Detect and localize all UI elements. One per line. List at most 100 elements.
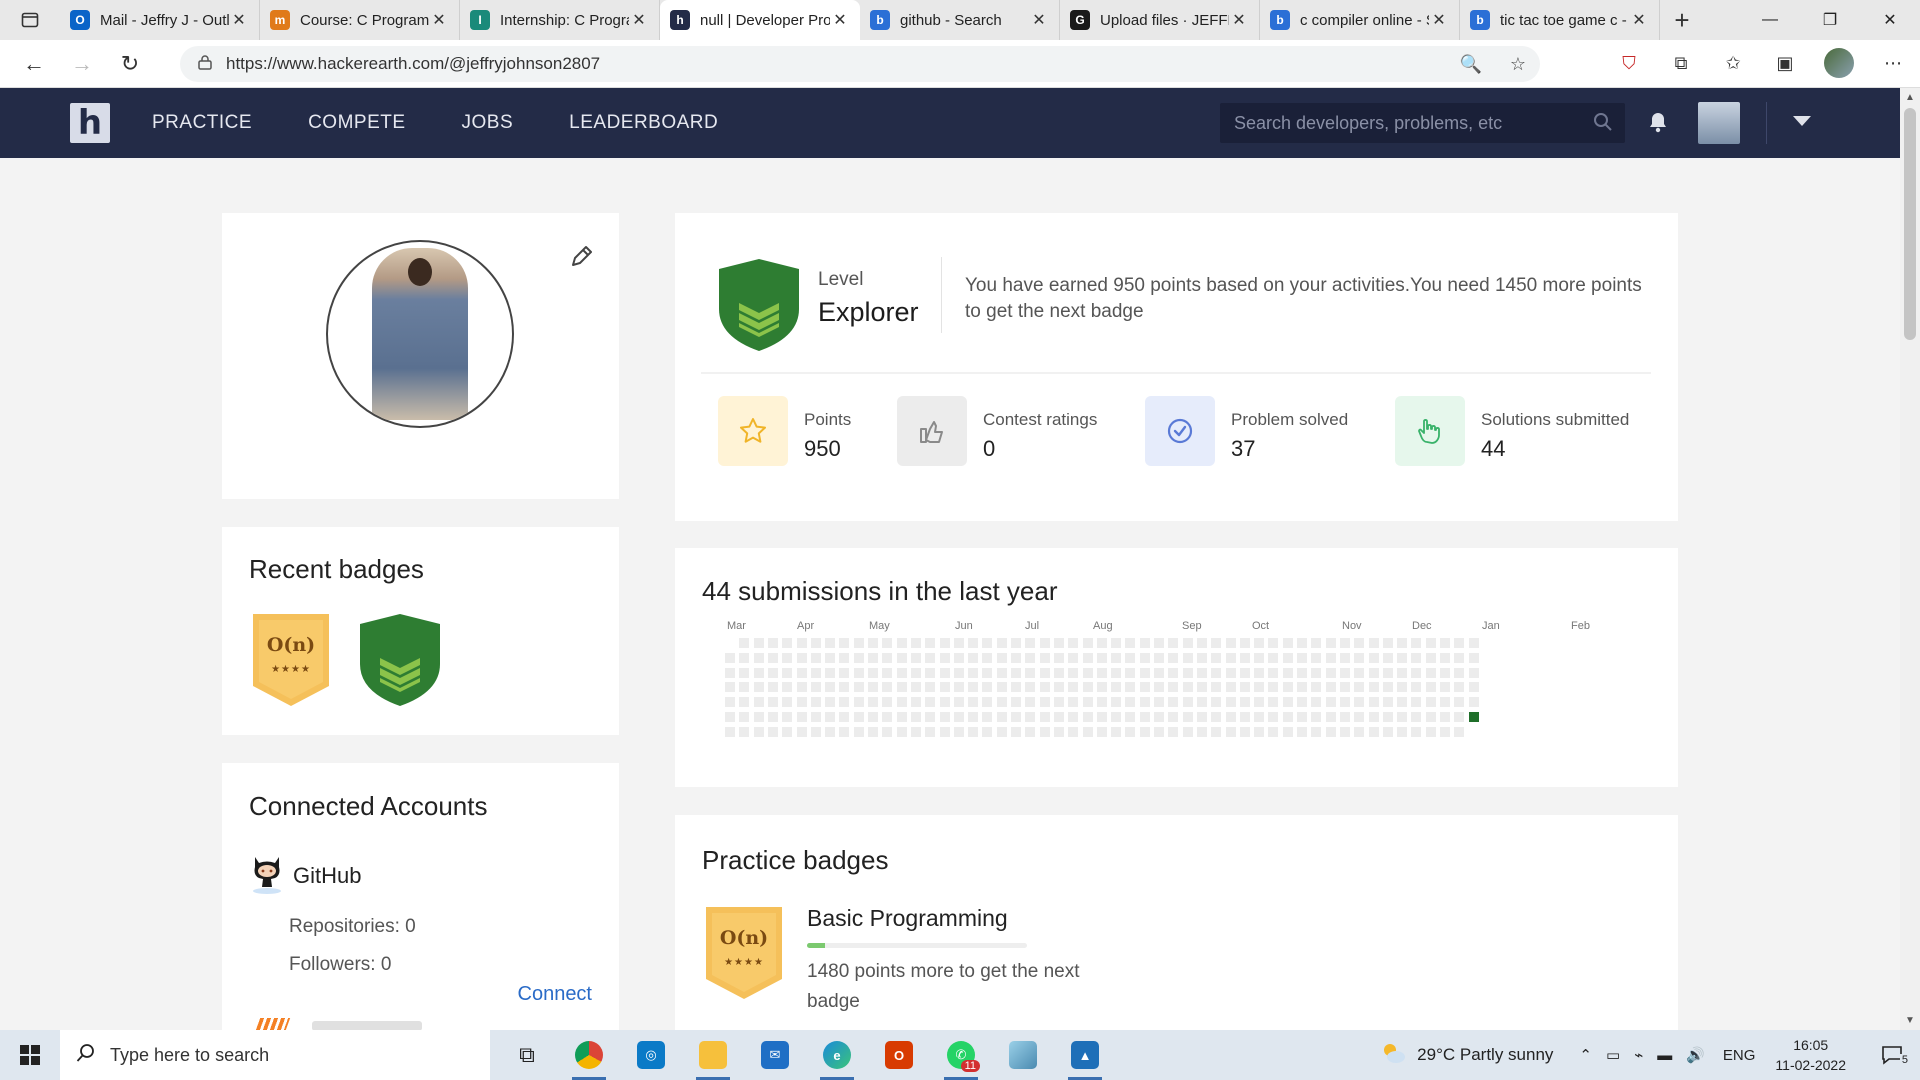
heatmap-cell[interactable]: [882, 638, 893, 648]
heatmap-cell[interactable]: [1339, 667, 1350, 678]
heatmap-cell[interactable]: [1225, 726, 1236, 737]
heatmap-cell[interactable]: [1196, 667, 1207, 678]
heatmap-cell[interactable]: [1025, 667, 1036, 678]
heatmap-cell[interactable]: [839, 712, 850, 722]
heatmap-cell[interactable]: [810, 652, 821, 663]
heatmap-cell[interactable]: [1125, 697, 1136, 708]
github-connect-link[interactable]: Connect: [518, 983, 593, 1006]
heatmap-cell[interactable]: [1082, 697, 1093, 708]
tab-actions-icon[interactable]: [0, 0, 60, 40]
heatmap-cell[interactable]: [925, 726, 936, 737]
heatmap-cell[interactable]: [882, 726, 893, 737]
heatmap-cell[interactable]: [1182, 652, 1193, 663]
photos-icon[interactable]: ▲: [1054, 1030, 1116, 1080]
heatmap-cell[interactable]: [1039, 712, 1050, 722]
heatmap-cell[interactable]: [1440, 712, 1450, 722]
heatmap-cell[interactable]: [1225, 667, 1236, 678]
heatmap-cell[interactable]: [1125, 726, 1136, 737]
heatmap-cell[interactable]: [996, 712, 1007, 722]
heatmap-cell[interactable]: [1225, 682, 1236, 693]
heatmap-cell[interactable]: [1082, 652, 1093, 663]
heatmap-cell[interactable]: [853, 652, 864, 663]
shield-extension-icon[interactable]: ⛉: [1616, 50, 1642, 76]
heatmap-cell[interactable]: [1039, 697, 1050, 708]
heatmap-cell[interactable]: [1068, 682, 1079, 693]
heatmap-cell[interactable]: [925, 682, 936, 693]
heatmap-cell[interactable]: [1382, 667, 1393, 678]
heatmap-cell[interactable]: [825, 667, 836, 678]
heatmap-cell[interactable]: [839, 726, 850, 737]
heatmap-cell[interactable]: [996, 652, 1007, 663]
heatmap-cell[interactable]: [1254, 652, 1265, 663]
heatmap-cell[interactable]: [882, 667, 893, 678]
heatmap-cell[interactable]: [767, 697, 778, 708]
heatmap-cell[interactable]: [1211, 638, 1222, 648]
heatmap-cell[interactable]: [1111, 726, 1122, 737]
heatmap-cell[interactable]: [968, 697, 979, 708]
nav-compete[interactable]: COMPETE: [308, 112, 405, 134]
heatmap-cell[interactable]: [1239, 697, 1250, 708]
heatmap-cell[interactable]: [739, 667, 750, 678]
heatmap-cell[interactable]: [1425, 652, 1436, 663]
heatmap-cell[interactable]: [796, 652, 807, 663]
volume-icon[interactable]: 🔊: [1686, 1046, 1705, 1064]
heatmap-cell[interactable]: [1139, 712, 1150, 722]
heatmap-cell[interactable]: [953, 682, 964, 693]
heatmap-cell[interactable]: [968, 652, 979, 663]
heatmap-cell[interactable]: [1368, 638, 1379, 648]
heatmap-cell[interactable]: [1168, 697, 1179, 708]
heatmap-cell[interactable]: [1196, 652, 1207, 663]
heatmap-cell[interactable]: [1239, 712, 1250, 722]
heatmap-cell[interactable]: [925, 652, 936, 663]
heatmap-cell[interactable]: [1182, 712, 1193, 722]
heatmap-cell[interactable]: [968, 726, 979, 737]
notes-app-icon[interactable]: [992, 1030, 1054, 1080]
heatmap-cell[interactable]: [767, 652, 778, 663]
heatmap-cell[interactable]: [1168, 667, 1179, 678]
heatmap-cell[interactable]: [1154, 697, 1164, 708]
heatmap-cell[interactable]: [1096, 697, 1107, 708]
heatmap-cell[interactable]: [968, 682, 979, 693]
heatmap-cell[interactable]: [953, 726, 964, 737]
heatmap-cell[interactable]: [953, 638, 964, 648]
heatmap-cell[interactable]: [825, 652, 836, 663]
heatmap-cell[interactable]: [1025, 638, 1036, 648]
nav-jobs[interactable]: JOBS: [462, 112, 514, 134]
heatmap-cell[interactable]: [782, 726, 793, 737]
heatmap-cell[interactable]: [753, 638, 764, 648]
heatmap-cell[interactable]: [982, 667, 993, 678]
heatmap-cell[interactable]: [896, 726, 907, 737]
heatmap-cell[interactable]: [853, 697, 864, 708]
heatmap-cell[interactable]: [853, 712, 864, 722]
heatmap-cell[interactable]: [810, 726, 821, 737]
heatmap-cell[interactable]: [1182, 682, 1193, 693]
heatmap-cell[interactable]: [1354, 712, 1365, 722]
heatmap-cell[interactable]: [953, 712, 964, 722]
heatmap-cell[interactable]: [939, 682, 950, 693]
practice-badge-name[interactable]: Basic Programming: [807, 905, 1008, 932]
heatmap-cell[interactable]: [1211, 667, 1222, 678]
heatmap-cell[interactable]: [1297, 682, 1307, 693]
heatmap-cell[interactable]: [1082, 712, 1093, 722]
heatmap-cell[interactable]: [1011, 667, 1021, 678]
heatmap-cell[interactable]: [739, 697, 750, 708]
heatmap-cell[interactable]: [1182, 638, 1193, 648]
heatmap-cell[interactable]: [1068, 667, 1079, 678]
heatmap-cell[interactable]: [1382, 638, 1393, 648]
heatmap-cell[interactable]: [1411, 682, 1422, 693]
heatmap-cell[interactable]: [782, 652, 793, 663]
heatmap-cell[interactable]: [1025, 697, 1036, 708]
edit-pencil-icon[interactable]: [567, 241, 597, 271]
heatmap-cell[interactable]: [853, 638, 864, 648]
page-scrollbar[interactable]: ▲ ▼: [1900, 88, 1920, 1030]
heatmap-cell[interactable]: [1139, 652, 1150, 663]
heatmap-cell[interactable]: [739, 682, 750, 693]
heatmap-cell[interactable]: [982, 712, 993, 722]
heatmap-cell[interactable]: [1125, 667, 1136, 678]
heatmap-cell[interactable]: [1254, 682, 1265, 693]
heatmap-cell[interactable]: [1139, 697, 1150, 708]
heatmap-cell[interactable]: [982, 726, 993, 737]
heatmap-cell[interactable]: [910, 712, 921, 722]
heatmap-cell[interactable]: [939, 697, 950, 708]
heatmap-cell[interactable]: [1225, 652, 1236, 663]
